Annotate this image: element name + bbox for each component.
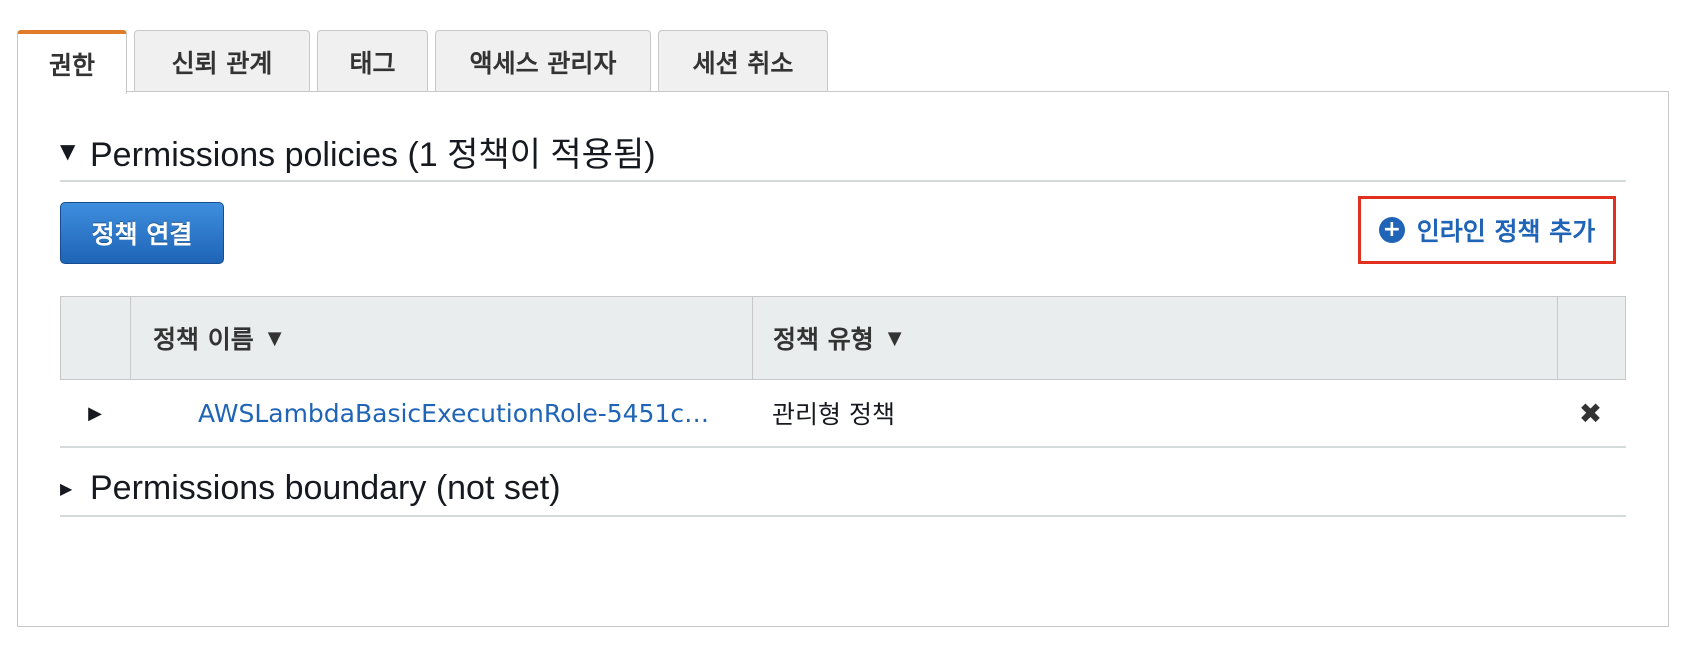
sort-caret-icon: ▼ <box>887 327 902 349</box>
expand-column-header <box>61 297 131 379</box>
tab-tags[interactable]: 태그 <box>317 30 428 92</box>
column-header-label: 정책 유형 <box>773 325 874 354</box>
policy-type: 관리형 정책 <box>772 400 895 429</box>
column-header-policy-name[interactable]: 정책 이름 ▼ <box>131 297 753 379</box>
detach-policy-icon[interactable]: ✖ <box>1557 397 1624 430</box>
tab-access-advisor[interactable]: 액세스 관리자 <box>435 30 651 92</box>
attach-policy-button[interactable]: 정책 연결 <box>60 202 224 264</box>
plus-circle-icon: + <box>1378 217 1405 243</box>
expand-row-icon[interactable]: ▶ <box>60 403 130 424</box>
caret-down-icon: ▼ <box>60 139 76 163</box>
column-header-label: 정책 이름 <box>153 325 254 354</box>
permissions-boundary-header[interactable]: ▶ Permissions boundary (not set) <box>60 462 1626 517</box>
table-header: 정책 이름 ▼ 정책 유형 ▼ <box>60 296 1626 380</box>
actions-column-header <box>1558 297 1625 379</box>
policy-name-link[interactable]: AWSLambdaBasicExecutionRole-5451c… <box>130 399 752 428</box>
table-row: ▶ AWSLambdaBasicExecutionRole-5451c… 관리형… <box>60 380 1626 448</box>
caret-right-icon: ▶ <box>60 479 73 498</box>
add-inline-policy-label: 인라인 정책 추가 <box>1416 217 1596 246</box>
tab-permissions[interactable]: 권한 <box>17 30 127 94</box>
permissions-boundary-title: Permissions boundary (not set) <box>90 469 561 507</box>
sort-caret-icon: ▼ <box>267 327 282 349</box>
policies-table: 정책 이름 ▼ 정책 유형 ▼ ▶ AWSLambdaBasicExecutio… <box>60 296 1626 448</box>
column-header-policy-type[interactable]: 정책 유형 ▼ <box>753 297 1558 379</box>
permissions-policies-header[interactable]: ▼ Permissions policies (1 정책이 적용됨) <box>60 122 1626 182</box>
tab-revoke-sessions[interactable]: 세션 취소 <box>658 30 828 92</box>
tab-trust-relationships[interactable]: 신뢰 관계 <box>134 30 310 92</box>
tab-bar: 권한 신뢰 관계 태그 액세스 관리자 세션 취소 <box>17 30 828 94</box>
tab-panel: ▼ Permissions policies (1 정책이 적용됨) 정책 연결… <box>17 91 1669 627</box>
add-inline-policy-button[interactable]: + 인라인 정책 추가 <box>1358 196 1616 264</box>
permissions-policies-title: Permissions policies (1 정책이 적용됨) <box>90 135 656 174</box>
